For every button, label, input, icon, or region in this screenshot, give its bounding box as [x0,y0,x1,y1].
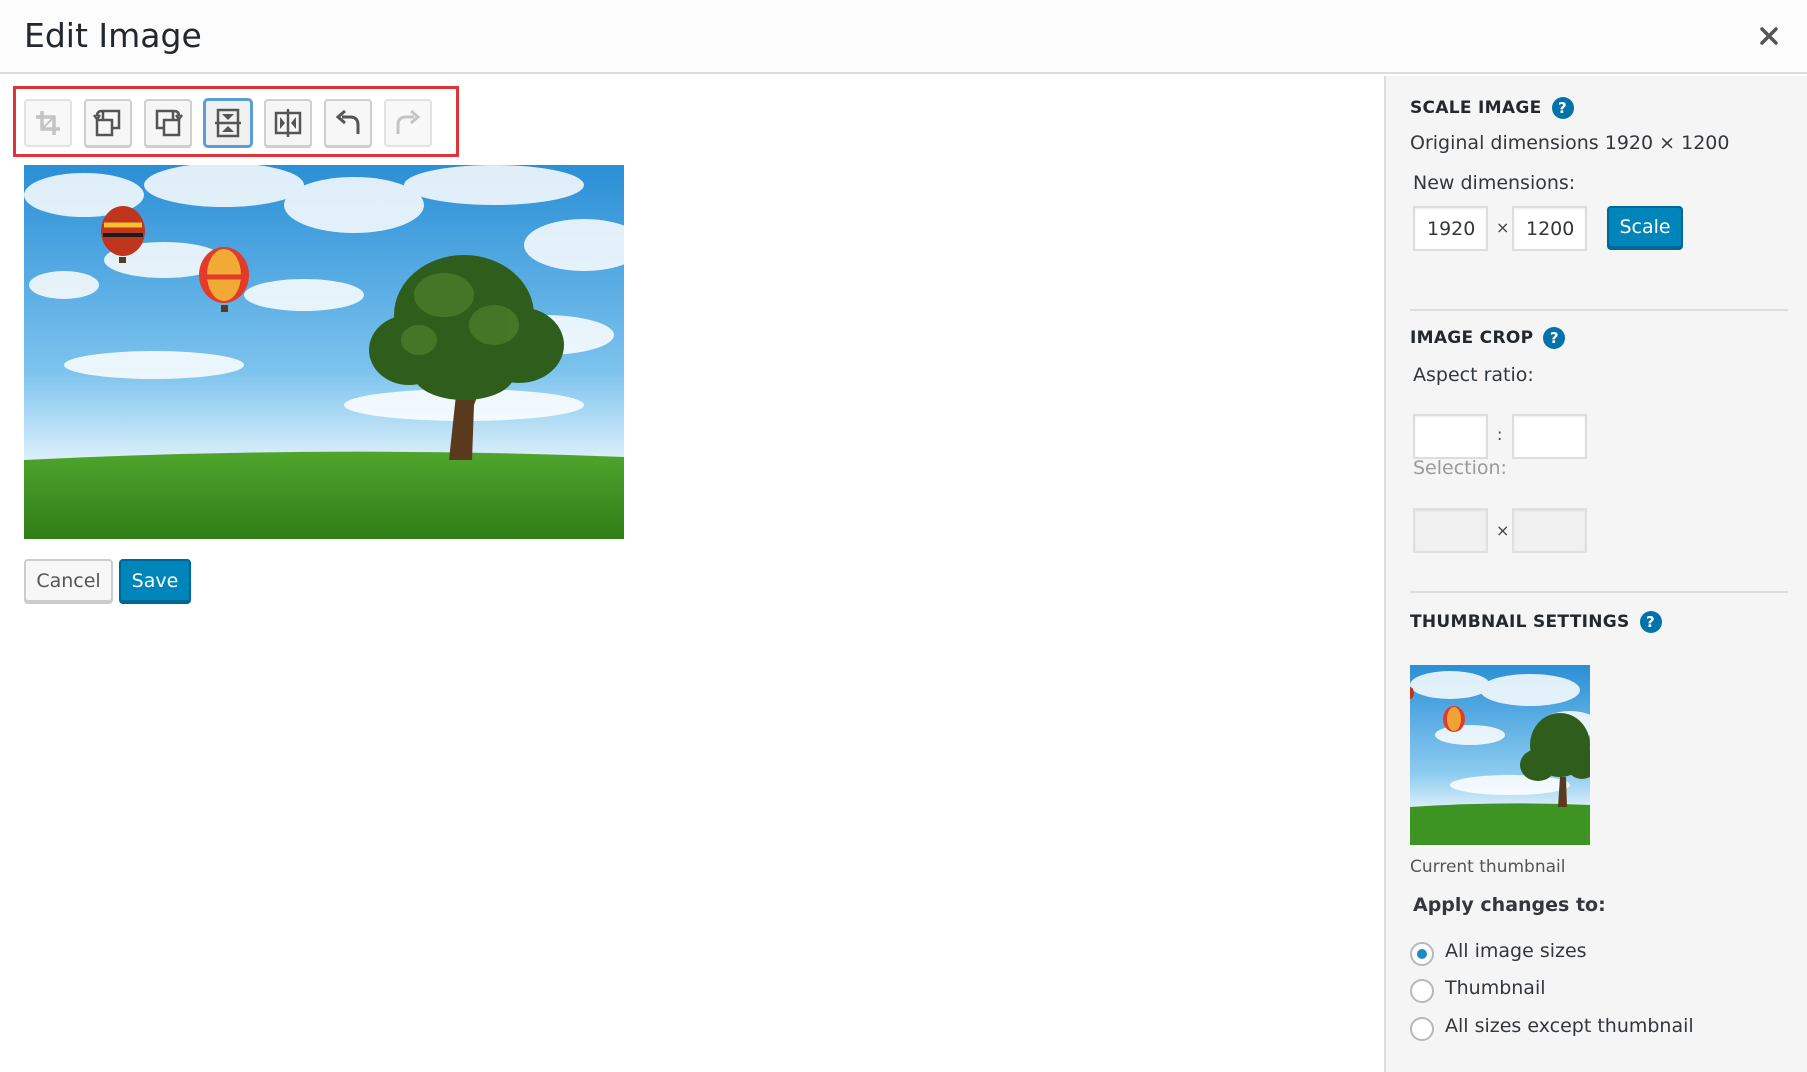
undo-button[interactable] [324,99,372,147]
radio-thumbnail[interactable] [1410,979,1434,1003]
crop-button[interactable] [24,99,72,147]
rotate-right-button[interactable] [144,99,192,147]
undo-icon [335,109,360,134]
help-icon[interactable]: ? [1551,97,1574,119]
selection-width-input[interactable] [1413,508,1488,553]
scale-image-title: SCALE IMAGE [1410,98,1542,118]
selection-height-input[interactable] [1512,508,1587,553]
selection-label: Selection: [1413,457,1507,479]
radio-selected-dot [1417,949,1427,959]
scale-height-input[interactable] [1512,206,1587,251]
radio-label-all-except-thumbnail[interactable]: All sizes except thumbnail [1445,1015,1694,1037]
modal-header: Edit Image [0,0,1807,74]
aspect-ratio-label: Aspect ratio: [1413,364,1534,386]
close-icon[interactable] [1759,26,1779,46]
rotate-right-icon [155,109,183,137]
flip-horizontal-button[interactable] [264,99,312,147]
close-button[interactable] [1751,18,1787,54]
aspect-height-input[interactable] [1512,414,1587,459]
selection-separator: × [1496,521,1510,540]
image-preview[interactable] [24,165,624,539]
cancel-button[interactable]: Cancel [24,559,113,602]
crop-icon [36,111,60,135]
help-icon[interactable]: ? [1639,611,1662,633]
section-divider [1410,309,1788,311]
modal-title: Edit Image [24,16,202,55]
apply-changes-label: Apply changes to: [1413,894,1606,916]
scale-button[interactable]: Scale [1607,206,1683,248]
thumbnail-settings-title: THUMBNAIL SETTINGS [1410,612,1630,632]
image-crop-title: IMAGE CROP [1410,328,1534,348]
redo-button[interactable] [384,99,432,147]
rotate-left-button[interactable] [84,99,132,147]
radio-label-thumbnail[interactable]: Thumbnail [1445,977,1546,999]
section-divider [1410,591,1788,593]
original-dimensions: Original dimensions 1920 × 1200 [1410,132,1730,154]
scale-width-input[interactable] [1413,206,1488,251]
flip-vertical-button[interactable] [204,99,252,147]
radio-all-except-thumbnail[interactable] [1410,1017,1434,1041]
flip-vertical-icon [215,108,241,138]
radio-label-all-image-sizes[interactable]: All image sizes [1445,940,1587,962]
scale-image-heading: SCALE IMAGE ? [1410,97,1574,119]
scale-separator: × [1496,218,1510,237]
image-crop-heading: IMAGE CROP ? [1410,327,1566,349]
rotate-left-icon [93,109,121,137]
flip-horizontal-icon [274,109,302,137]
thumbnail-caption: Current thumbnail [1410,857,1566,877]
image-editor-main: Cancel Save [0,76,1384,1072]
save-button[interactable]: Save [119,559,191,602]
aspect-width-input[interactable] [1413,414,1488,459]
new-dimensions-label: New dimensions: [1413,172,1576,194]
thumbnail-settings-heading: THUMBNAIL SETTINGS ? [1410,611,1662,633]
landscape-image [24,165,624,539]
image-toolbar [13,86,459,157]
edit-sidebar: SCALE IMAGE ? Original dimensions 1920 ×… [1384,76,1807,1072]
current-thumbnail-image [1410,665,1590,845]
help-icon[interactable]: ? [1543,327,1566,349]
radio-all-image-sizes[interactable] [1410,942,1434,966]
redo-icon [396,109,421,134]
aspect-separator: : [1497,425,1503,444]
